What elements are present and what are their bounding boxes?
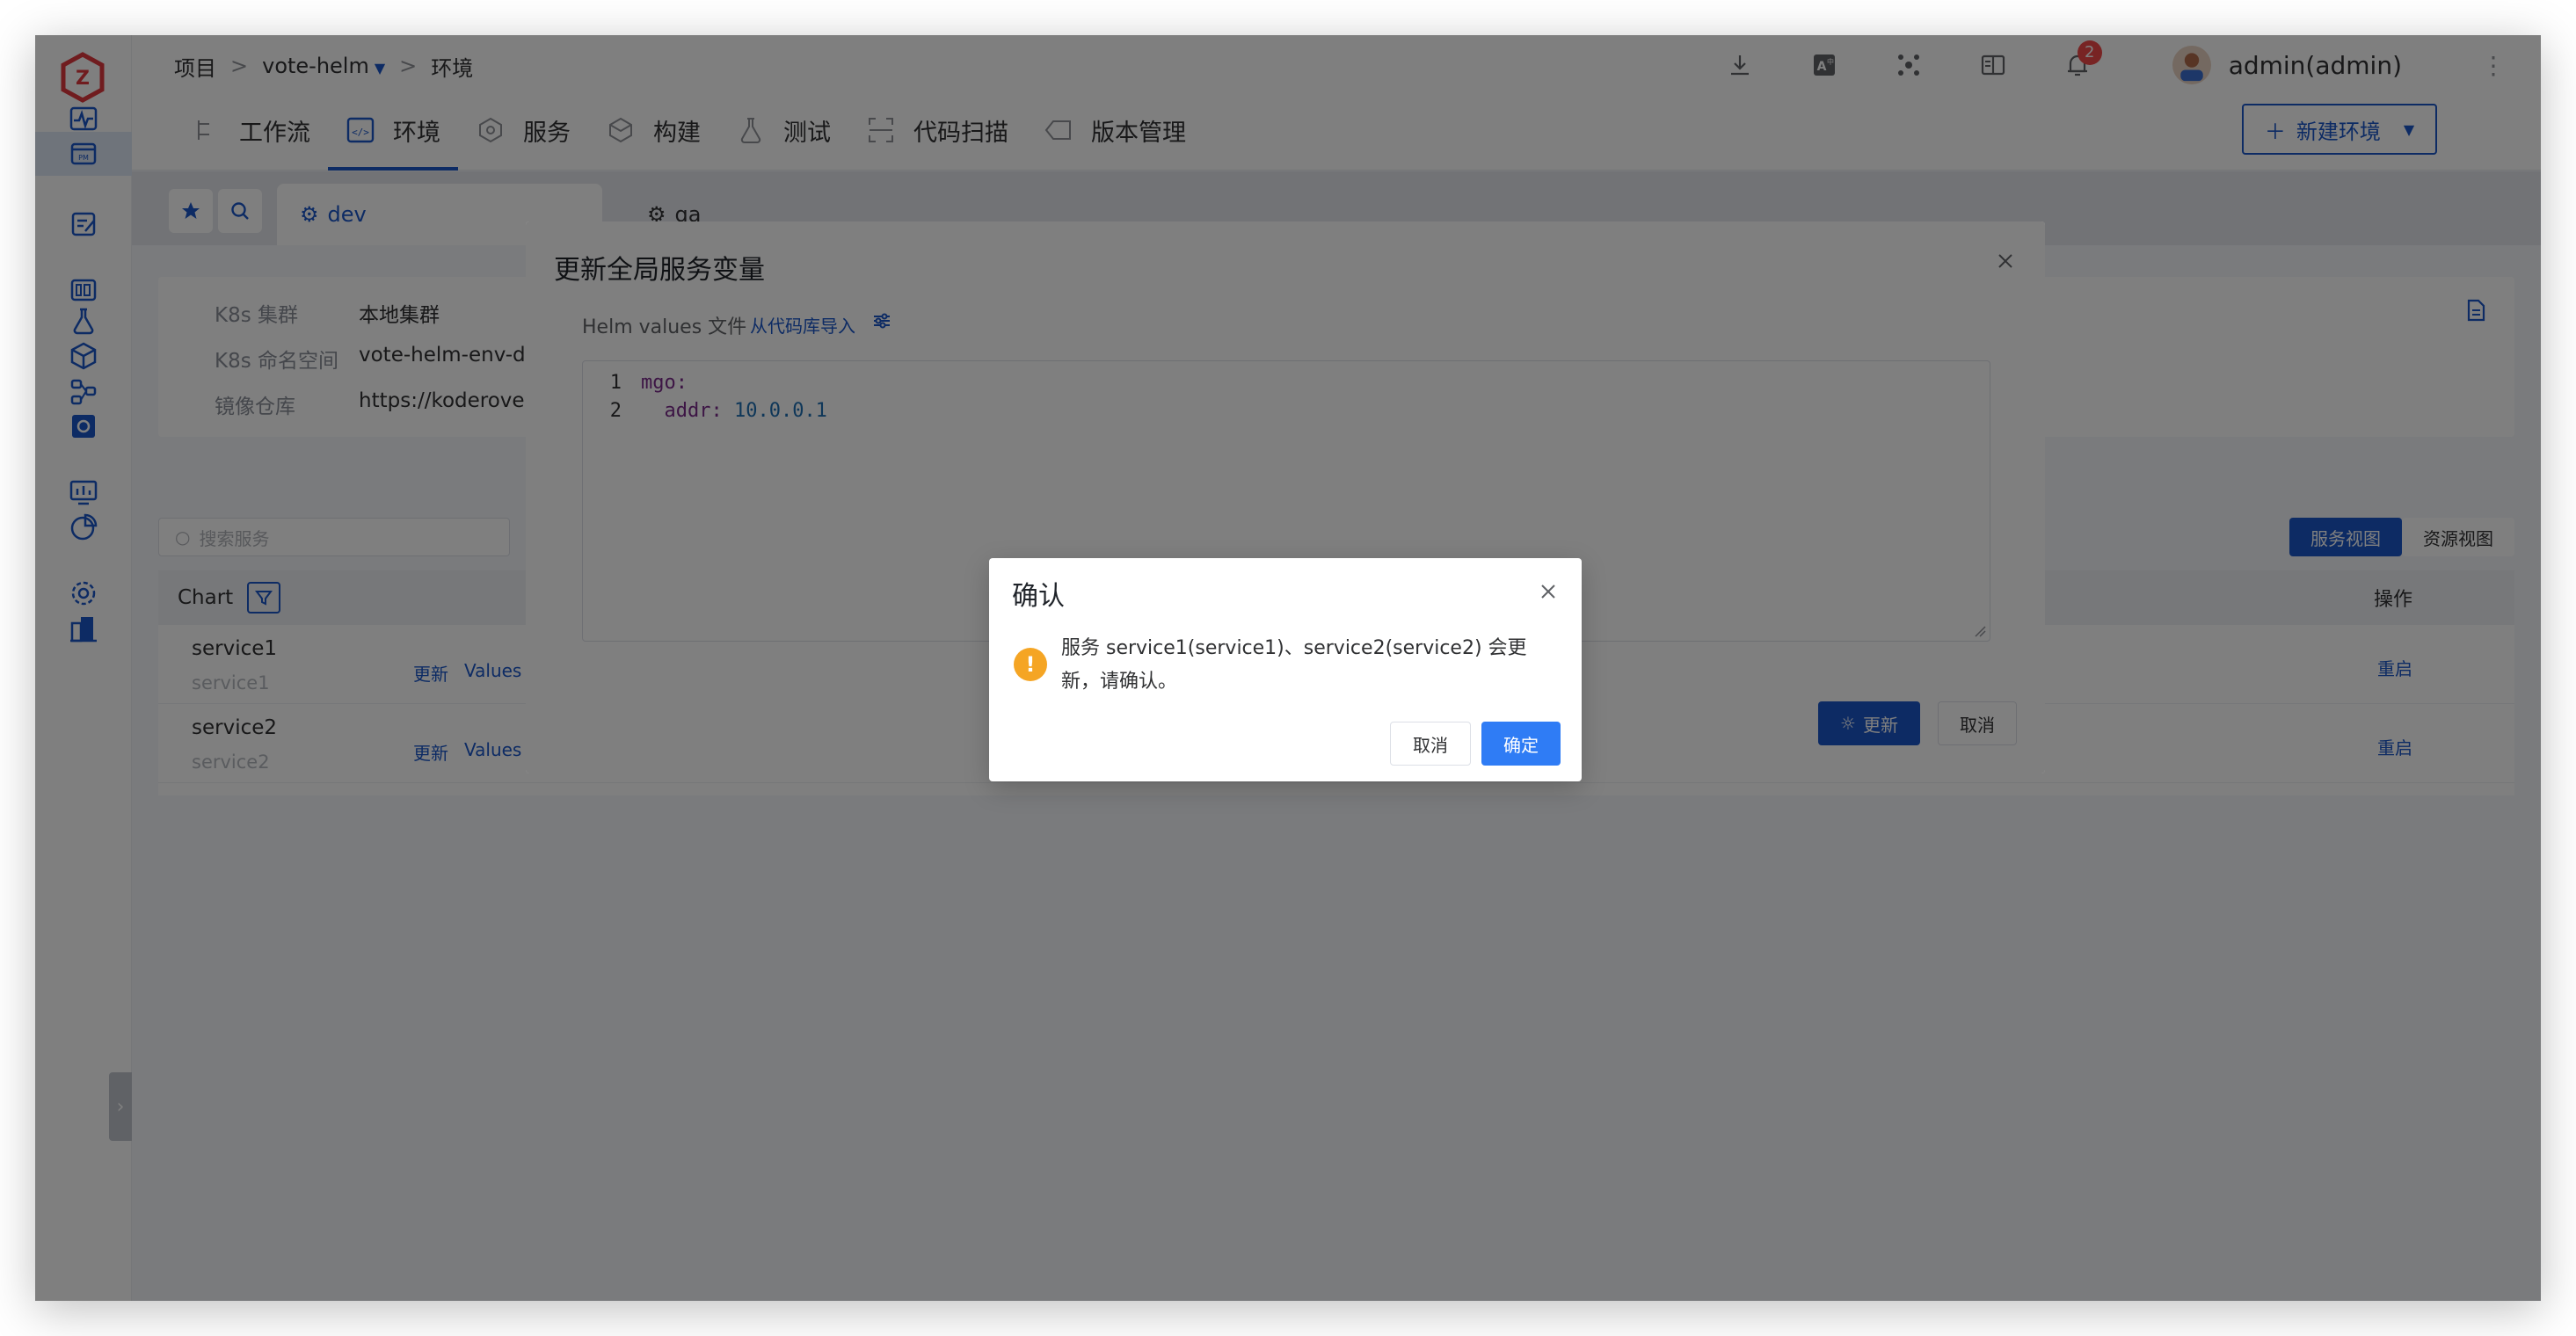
confirm-cancel-button[interactable]: 取消 [1390,722,1471,766]
confirm-title: 确认 [1012,581,1065,612]
confirm-message: 服务 service1(service1)、service2(service2)… [1061,637,1527,693]
close-icon[interactable] [1538,581,1559,602]
confirm-dialog: 确认 ! 服务 service1(service1)、service2(serv… [989,558,1582,781]
warning-icon: ! [1014,648,1047,681]
confirm-ok-button[interactable]: 确定 [1481,722,1561,766]
